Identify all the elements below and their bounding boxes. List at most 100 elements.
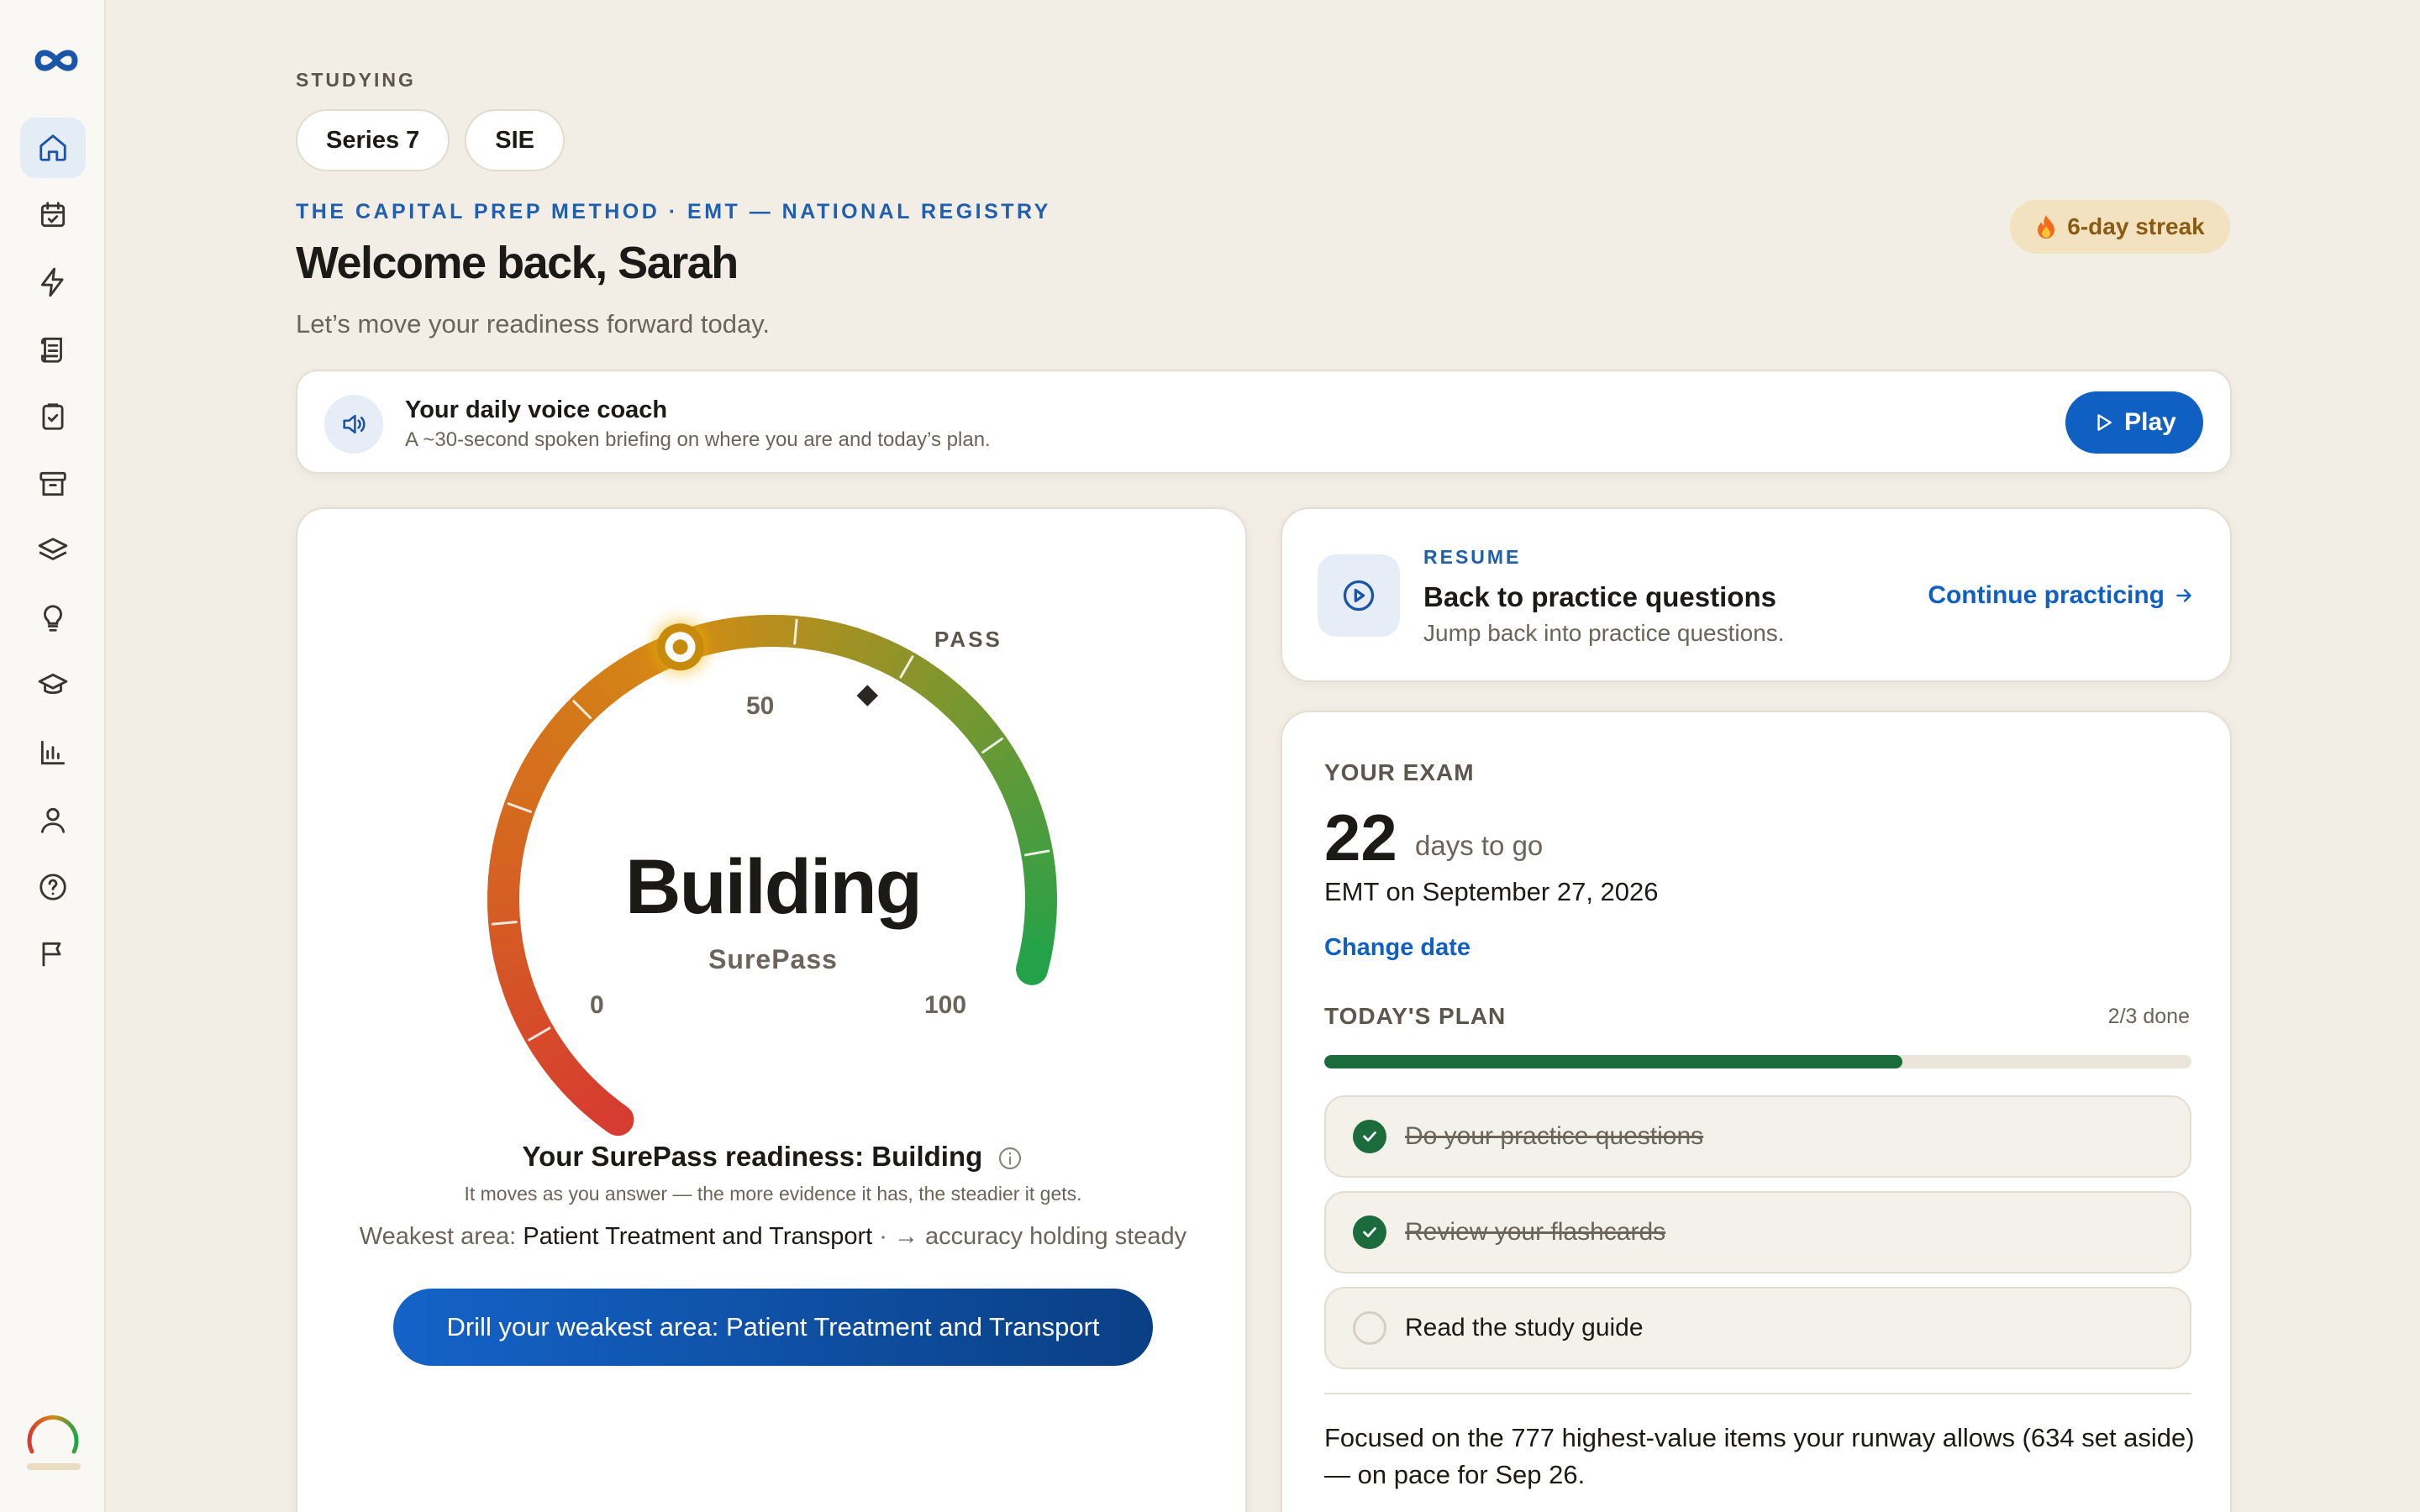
sidebar-item-profile[interactable] <box>20 790 86 850</box>
gauge-mid-label: 50 <box>746 692 775 720</box>
gauge-arc-segment <box>540 1047 577 1081</box>
speaker-icon <box>324 395 383 454</box>
plan-list: Do your practice questions Review your fl… <box>1324 1095 2191 1383</box>
drill-weakest-area-button[interactable]: Drill your weakest area: Patient Treatme… <box>393 1289 1153 1366</box>
readiness-note: It moves as you answer — the more eviden… <box>464 1183 1082 1205</box>
sidebar-item-report[interactable] <box>20 924 86 984</box>
gauge-arc-segment <box>517 1011 554 1042</box>
gauge-arc-segment <box>834 623 860 659</box>
plan-item[interactable]: Read the study guide <box>1324 1287 2191 1369</box>
gauge-arc-segment <box>848 627 876 664</box>
sidebar-item-archive[interactable] <box>20 454 86 514</box>
archive-icon <box>39 471 66 496</box>
change-date-link[interactable]: Change date <box>1324 934 1470 962</box>
gauge-min-label: 0 <box>590 991 604 1019</box>
gauge-arc-segment <box>704 619 729 654</box>
mini-gauge-icon[interactable] <box>24 1408 82 1467</box>
play-icon <box>2097 414 2112 431</box>
play-label: Play <box>2124 408 2176 436</box>
sidebar-item-flashcards[interactable] <box>20 521 86 581</box>
plan-kicker: TODAY'S PLAN <box>1324 1003 1507 1029</box>
readiness-card: PASS 50 0 100 Building SurePass Your Sur… <box>296 507 1247 1512</box>
gauge-arc-segment <box>910 661 943 697</box>
gauge-arc-segment <box>606 658 639 695</box>
sidebar-item-analytics[interactable] <box>20 722 86 783</box>
continue-practicing-link[interactable]: Continue practicing <box>1928 581 2195 610</box>
check-circle-icon[interactable] <box>1353 1215 1386 1249</box>
sidebar-item-study-guide[interactable] <box>20 319 86 380</box>
plan-item[interactable]: Review your flashcards <box>1324 1191 2191 1273</box>
gauge-arc-segment <box>504 986 541 1015</box>
gauge-arc-segment <box>750 615 770 648</box>
sidebar-item-courses[interactable] <box>20 655 86 716</box>
studying-label: STUDYING <box>296 69 416 91</box>
gauge-arc-segment <box>1006 790 1042 818</box>
check-circle-icon[interactable] <box>1353 1120 1386 1153</box>
layers-icon <box>38 538 68 560</box>
gauge-arc-segment <box>734 615 755 649</box>
method-line: THE CAPITAL PREP METHOD · EMT — NATIONAL… <box>296 200 1051 223</box>
infinity-logo-icon[interactable] <box>31 44 82 77</box>
calendar-check-icon <box>40 202 66 228</box>
gauge-arc-segment <box>632 643 663 680</box>
exam-chip-series-7[interactable]: Series 7 <box>296 109 450 171</box>
gauge-knob-center <box>672 639 688 655</box>
voice-coach-title: Your daily voice coach <box>405 396 668 423</box>
voice-coach-description: A ~30-second spoken briefing on where yo… <box>405 428 991 451</box>
resume-description: Jump back into practice questions. <box>1423 620 1785 646</box>
focus-note: Focused on the 777 highest-value items y… <box>1324 1423 2195 1489</box>
gauge-arc-segment <box>719 617 742 652</box>
gauge-arc-segment <box>581 675 616 711</box>
user-icon <box>40 807 66 833</box>
sidebar-item-tips[interactable] <box>20 588 86 648</box>
gauge-arc-segment <box>495 814 531 840</box>
exam-chips: Series 7 SIE <box>296 109 566 171</box>
gauge-arc-segment <box>898 653 930 690</box>
gauge-arc-segment <box>510 771 547 801</box>
exam-chip-sie[interactable]: SIE <box>465 109 566 171</box>
gauge-arc-segment <box>532 1036 569 1068</box>
readiness-line: Your SurePass readiness: Building <box>297 1141 1249 1173</box>
gauge-arc-segment <box>571 1079 606 1114</box>
gauge-arc-segment <box>550 707 586 742</box>
days-label: days to go <box>1415 830 1544 861</box>
gauge-arc-segment <box>932 679 967 715</box>
gauge-arc-segment <box>571 685 606 722</box>
weakest-trend: · → accuracy holding steady <box>879 1223 1187 1250</box>
play-button[interactable]: Play <box>2065 391 2203 454</box>
gauge-arc-segment <box>499 974 536 1000</box>
sidebar-item-schedule[interactable] <box>20 185 86 245</box>
resume-card: RESUME Back to practice questions Jump b… <box>1281 507 2232 682</box>
pass-marker-diamond <box>856 685 878 706</box>
arrow-right-icon <box>2176 589 2191 602</box>
play-circle-icon <box>1318 554 1400 637</box>
plan-item-label: Review your flashcards <box>1405 1218 1666 1246</box>
gauge-arc-segment <box>588 1094 634 1137</box>
gauge-arc-segment <box>986 748 1023 780</box>
gauge-arc-segment <box>532 732 568 764</box>
sidebar-item-tests[interactable] <box>20 386 86 447</box>
gauge-arc-segment <box>874 638 903 675</box>
readiness-status-word: Building <box>625 844 923 930</box>
mini-gauge-bar <box>27 1463 81 1470</box>
plan-progress-fill <box>1324 1055 1903 1068</box>
plan-item[interactable]: Do your practice questions <box>1324 1095 2191 1178</box>
readiness-value: Building <box>871 1141 983 1172</box>
sidebar-item-quick-practice[interactable] <box>20 252 86 312</box>
gauge-arc-segment <box>979 736 1016 769</box>
sidebar-item-home[interactable] <box>20 118 86 178</box>
lightning-icon <box>40 267 64 297</box>
gauge-arc-segment <box>523 744 560 776</box>
empty-circle-icon[interactable] <box>1353 1311 1386 1345</box>
scroll-icon <box>40 337 62 363</box>
streak-label: 6-day streak <box>2067 213 2205 239</box>
help-circle-icon <box>39 874 66 900</box>
gauge-arc-segment <box>560 1068 596 1104</box>
continue-practicing-label: Continue practicing <box>1928 581 2165 609</box>
gauge-arc-segment <box>953 700 988 735</box>
gauge-arc-segment <box>962 711 998 746</box>
clipboard-check-icon <box>42 403 64 430</box>
exam-kicker: YOUR EXAM <box>1324 759 1475 785</box>
info-icon[interactable] <box>997 1145 1023 1172</box>
sidebar-item-help[interactable] <box>20 857 86 917</box>
